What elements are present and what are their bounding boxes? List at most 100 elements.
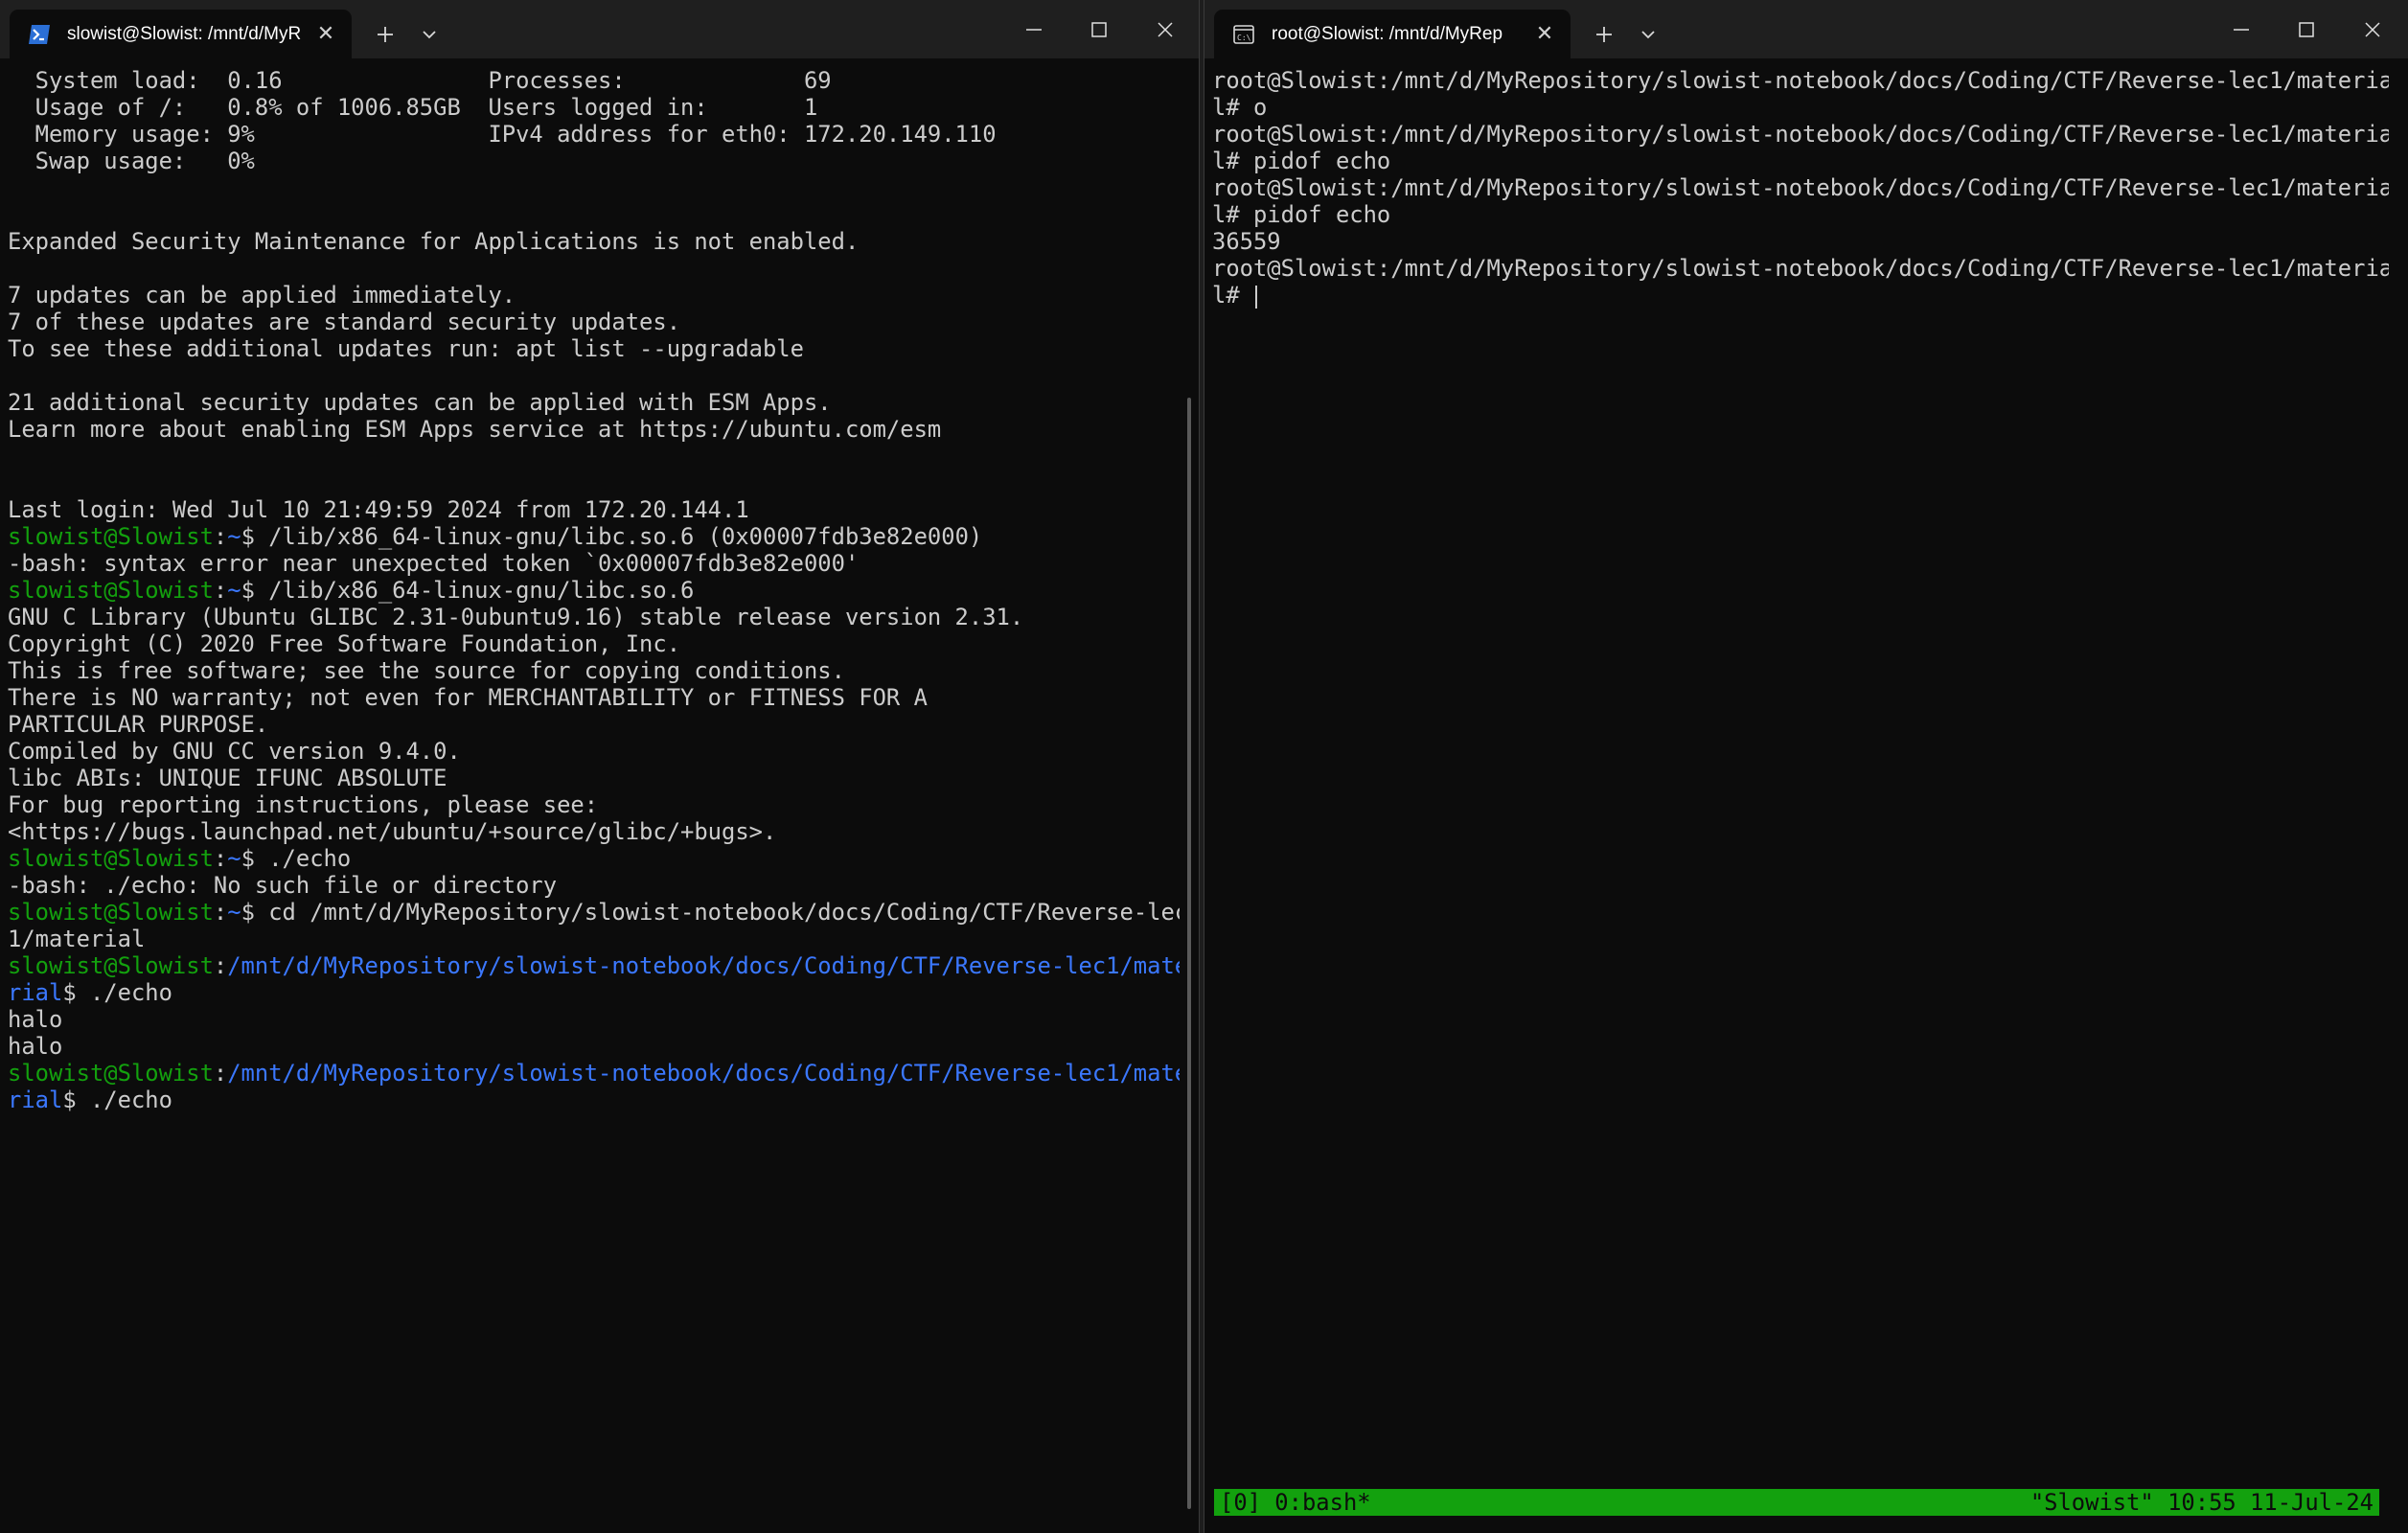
terminal-text: <https://bugs.launchpad.net/ubuntu/+sour… — [8, 818, 777, 845]
terminal-text: -bash: syntax error near unexpected toke… — [8, 550, 860, 577]
powershell-icon — [27, 22, 52, 47]
terminal-text: 36559 — [1212, 228, 1281, 255]
prompt-path: ~ — [227, 523, 241, 550]
terminal-text: l# o o — [1212, 94, 2389, 121]
terminal-line: l# — [1212, 282, 2389, 309]
terminal-text: root@Slowist:/mnt/d/MyRepository/slowist… — [1212, 67, 2389, 94]
terminal-text: : — [213, 577, 228, 604]
terminal-line: <https://bugs.launchpad.net/ubuntu/+sour… — [8, 818, 1180, 845]
terminal-line: 36559 — [1212, 228, 2389, 255]
chevron-down-icon — [1641, 31, 1655, 39]
terminal-text: 7 of these updates are standard security… — [8, 309, 681, 335]
prompt-user: slowist@Slowist — [8, 952, 214, 979]
terminal-line: 7 updates can be applied immediately. — [8, 282, 1180, 309]
tab-title: slowist@Slowist: /mnt/d/MyR — [67, 23, 302, 44]
terminal-text: To see these additional updates run: apt… — [8, 335, 804, 362]
terminal-line: This is free software; see the source fo… — [8, 657, 1180, 684]
terminal-text: : — [213, 845, 228, 872]
title-bar[interactable]: C:\ root@Slowist: /mnt/d/MyRep ✕ — [1204, 0, 2408, 58]
terminal-text: Expanded Security Maintenance for Applic… — [8, 228, 860, 255]
terminal-line: halo — [8, 1033, 1180, 1060]
close-window-button[interactable] — [1133, 0, 1198, 58]
terminal-text: Memory usage: 9% IPv4 address for eth0: … — [8, 121, 997, 148]
terminal-line: rial$ ./echo — [8, 979, 1180, 1006]
terminal-text: Copyright (C) 2020 Free Software Foundat… — [8, 630, 681, 657]
terminal-text: : — [213, 899, 228, 926]
terminal-line: 21 additional security updates can be ap… — [8, 389, 1180, 416]
close-window-button[interactable] — [2340, 0, 2405, 58]
prompt-user: slowist@Slowist — [8, 845, 214, 872]
terminal-line: For bug reporting instructions, please s… — [8, 791, 1180, 818]
prompt-user: slowist@Slowist — [8, 1060, 214, 1087]
tab-slowist[interactable]: slowist@Slowist: /mnt/d/MyR ✕ — [10, 10, 352, 58]
terminal-text: $ /lib/x86_64-linux-gnu/libc.so.6 — [241, 577, 695, 604]
prompt-path: ~ — [227, 899, 241, 926]
terminal-text: For bug reporting instructions, please s… — [8, 791, 599, 818]
svg-text:C:\: C:\ — [1237, 34, 1251, 42]
terminal-line: libc ABIs: UNIQUE IFUNC ABSOLUTE — [8, 765, 1180, 791]
terminal-line: PARTICULAR PURPOSE. — [8, 711, 1180, 738]
terminal-line: l# pidof echo — [1212, 148, 2389, 174]
terminal-line: GNU C Library (Ubuntu GLIBC 2.31-0ubuntu… — [8, 604, 1180, 630]
prompt-user: slowist@Slowist — [8, 899, 214, 926]
prompt-path: /mnt/d/MyRepository/slowist-notebook/doc… — [227, 1060, 1180, 1087]
scrollbar[interactable] — [1187, 398, 1191, 1509]
tab-close-icon[interactable]: ✕ — [311, 22, 340, 46]
chevron-down-icon — [423, 31, 436, 39]
cmd-icon: C:\ — [1231, 22, 1256, 47]
terminal-text: Swap usage: 0% — [8, 148, 255, 174]
terminal-line: There is NO warranty; not even for MERCH… — [8, 684, 1180, 711]
close-icon — [1158, 21, 1173, 37]
terminal-output-right[interactable]: root@Slowist:/mnt/d/MyRepository/slowist… — [1212, 59, 2389, 1533]
terminal-line: -bash: syntax error near unexpected toke… — [8, 550, 1180, 577]
prompt-user: slowist@Slowist — [8, 523, 214, 550]
minimize-icon — [1026, 28, 1042, 31]
terminal-line: slowist@Slowist:/mnt/d/MyRepository/slow… — [8, 1060, 1180, 1087]
terminal-line: Memory usage: 9% IPv4 address for eth0: … — [8, 121, 1180, 148]
terminal-line: slowist@Slowist:~$ ./echo — [8, 845, 1180, 872]
maximize-icon — [2299, 21, 2314, 37]
terminal-line: slowist@Slowist:~$ /lib/x86_64-linux-gnu… — [8, 577, 1180, 604]
terminal-text: 7 updates can be applied immediately. — [8, 282, 516, 309]
terminal-line: 1/material — [8, 926, 1180, 952]
terminal-line: Last login: Wed Jul 10 21:49:59 2024 fro… — [8, 496, 1180, 523]
terminal-line: root@Slowist:/mnt/d/MyRepository/slowist… — [1212, 174, 2389, 201]
terminal-text: Usage of /: 0.8% of 1006.85GB Users logg… — [8, 94, 818, 121]
minimize-icon — [2234, 28, 2249, 31]
text-cursor — [1254, 285, 1257, 309]
new-tab-button[interactable] — [1583, 13, 1625, 56]
terminal-line: 7 of these updates are standard security… — [8, 309, 1180, 335]
minimize-button[interactable] — [1001, 0, 1066, 58]
terminal-line: root@Slowist:/mnt/d/MyRepository/slowist… — [1212, 121, 2389, 148]
terminal-text: $ cd /mnt/d/MyRepository/slowist-noteboo… — [241, 899, 1180, 926]
plus-icon — [378, 27, 393, 42]
tab-root[interactable]: C:\ root@Slowist: /mnt/d/MyRep ✕ — [1214, 10, 1571, 58]
terminal-text: 1/material — [8, 926, 146, 952]
maximize-button[interactable] — [2274, 0, 2339, 58]
terminal-text: l# pidof echo — [1212, 201, 1391, 228]
terminal-output-left[interactable]: System load: 0.16 Processes: 69 Usage of… — [8, 59, 1180, 1533]
tab-dropdown-button[interactable] — [408, 13, 450, 56]
tab-dropdown-button[interactable] — [1627, 13, 1669, 56]
maximize-button[interactable] — [1066, 0, 1132, 58]
minimize-button[interactable] — [2209, 0, 2274, 58]
terminal-text: There is NO warranty; not even for MERCH… — [8, 684, 928, 711]
prompt-path: ~ — [227, 845, 241, 872]
terminal-line: rial$ ./echo — [8, 1087, 1180, 1113]
prompt-path: /mnt/d/MyRepository/slowist-notebook/doc… — [227, 952, 1180, 979]
new-tab-button[interactable] — [364, 13, 406, 56]
tab-title: root@Slowist: /mnt/d/MyRep — [1272, 23, 1503, 44]
terminal-text: $ ./echo — [241, 845, 352, 872]
terminal-text: PARTICULAR PURPOSE. — [8, 711, 269, 738]
title-bar[interactable]: slowist@Slowist: /mnt/d/MyR ✕ — [0, 0, 1199, 58]
terminal-text: Last login: Wed Jul 10 21:49:59 2024 fro… — [8, 496, 749, 523]
tab-close-icon[interactable]: ✕ — [1530, 22, 1559, 46]
terminal-text: halo — [8, 1006, 63, 1033]
terminal-text: halo — [8, 1033, 63, 1060]
terminal-text: root@Slowist:/mnt/d/MyRepository/slowist… — [1212, 121, 2389, 148]
terminal-text: $ ./echo — [62, 1087, 172, 1113]
